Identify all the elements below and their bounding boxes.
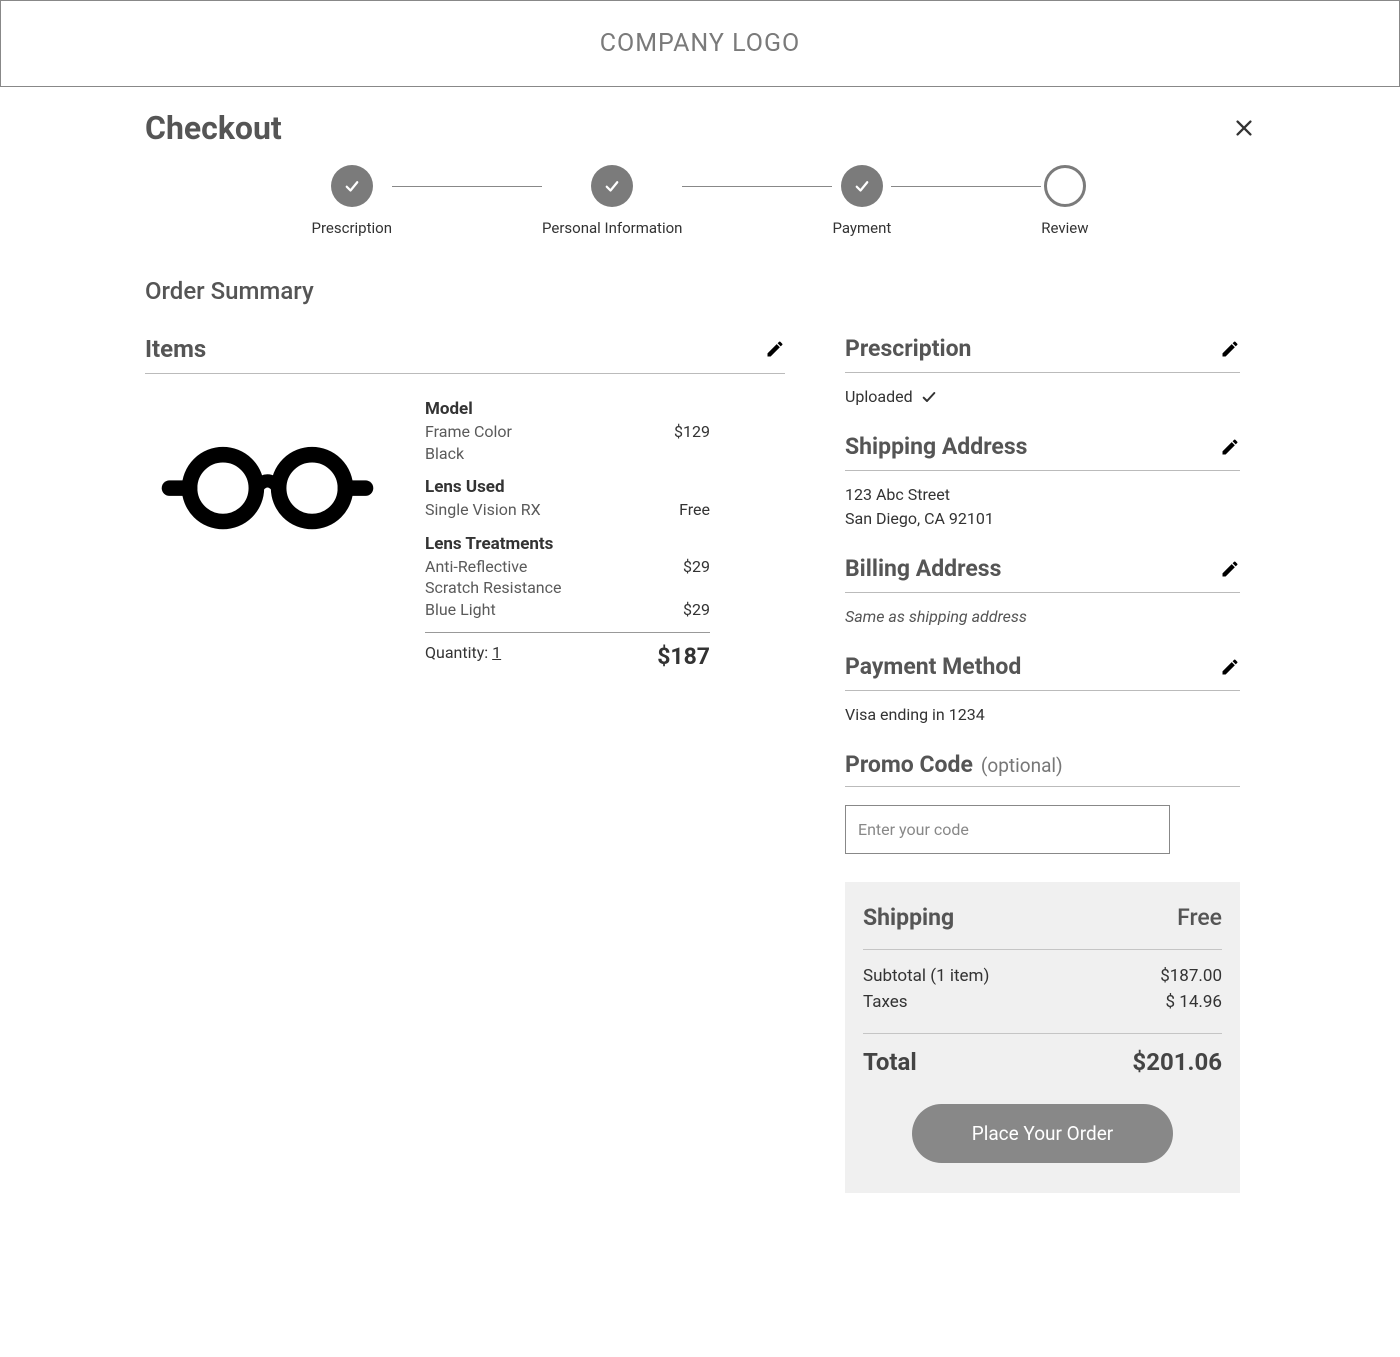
glasses-icon — [145, 438, 405, 538]
quantity-label: Quantity: — [425, 643, 488, 662]
page-title: Checkout — [145, 109, 282, 147]
check-icon — [921, 389, 937, 405]
quantity-value: 1 — [492, 643, 501, 662]
step-label: Personal Information — [542, 219, 682, 237]
edit-billing-icon[interactable] — [1220, 559, 1240, 579]
shipping-heading: Shipping Address — [845, 433, 1027, 460]
treatment-name: Blue Light — [425, 599, 496, 621]
treatment-price: $29 — [683, 556, 710, 578]
step-prescription[interactable]: Prescription — [311, 165, 392, 237]
edit-shipping-icon[interactable] — [1220, 437, 1240, 457]
order-summary-heading: Order Summary — [145, 277, 1255, 305]
step-label: Prescription — [311, 219, 392, 237]
frame-color-label: Frame Color — [425, 421, 512, 443]
lens-used-label: Lens Used — [425, 476, 505, 499]
promo-input[interactable] — [845, 805, 1170, 854]
promo-optional: (optional) — [981, 754, 1063, 777]
taxes-label: Taxes — [863, 990, 908, 1016]
total-label: Total — [863, 1048, 917, 1076]
lens-used-value: Single Vision RX — [425, 499, 541, 521]
totals-box: Shipping Free Subtotal (1 item) $187.00 … — [845, 882, 1240, 1193]
total-value: $201.06 — [1132, 1048, 1222, 1076]
model-price: $129 — [674, 421, 710, 443]
payment-method-heading: Payment Method — [845, 653, 1021, 680]
subtotal-label: Subtotal (1 item) — [863, 964, 989, 990]
progress-stepper: Prescription Personal Information Paymen… — [145, 165, 1255, 237]
header: COMPANY LOGO — [0, 0, 1400, 87]
prescription-status: Uploaded — [845, 385, 913, 409]
taxes-value: $ 14.96 — [1166, 990, 1222, 1016]
edit-items-icon[interactable] — [765, 339, 785, 359]
treatment-price: $29 — [683, 599, 710, 621]
quantity[interactable]: Quantity: 1 — [425, 643, 501, 662]
shipping-line1: 123 Abc Street — [845, 483, 1240, 507]
treatment-name: Anti-Reflective — [425, 556, 527, 578]
edit-payment-icon[interactable] — [1220, 657, 1240, 677]
payment-method-text: Visa ending in 1234 — [845, 691, 1240, 727]
subtotal-value: $187.00 — [1160, 964, 1222, 990]
edit-prescription-icon[interactable] — [1220, 339, 1240, 359]
treatment-name: Scratch Resistance — [425, 577, 561, 599]
step-personal-info[interactable]: Personal Information — [542, 165, 682, 237]
shipping-cost-label: Shipping — [863, 904, 954, 931]
shipping-cost-value: Free — [1177, 904, 1222, 931]
items-heading: Items — [145, 335, 206, 363]
step-review[interactable]: Review — [1041, 165, 1088, 237]
promo-heading: Promo Code — [845, 751, 973, 778]
close-icon[interactable] — [1233, 117, 1255, 139]
step-label: Payment — [832, 219, 891, 237]
lens-used-price: Free — [679, 499, 710, 521]
prescription-heading: Prescription — [845, 335, 971, 362]
cart-item: Model Frame Color $129 Black Lens Used S… — [145, 374, 785, 670]
company-logo: COMPANY LOGO — [1, 29, 1399, 58]
treatments-label: Lens Treatments — [425, 533, 553, 556]
step-payment[interactable]: Payment — [832, 165, 891, 237]
item-total: $187 — [657, 643, 710, 670]
model-label: Model — [425, 398, 473, 421]
frame-color-value: Black — [425, 443, 464, 465]
billing-text: Same as shipping address — [845, 593, 1240, 629]
billing-heading: Billing Address — [845, 555, 1001, 582]
place-order-button[interactable]: Place Your Order — [912, 1104, 1174, 1163]
shipping-line2: San Diego, CA 92101 — [845, 507, 1240, 531]
step-label: Review — [1041, 219, 1088, 237]
